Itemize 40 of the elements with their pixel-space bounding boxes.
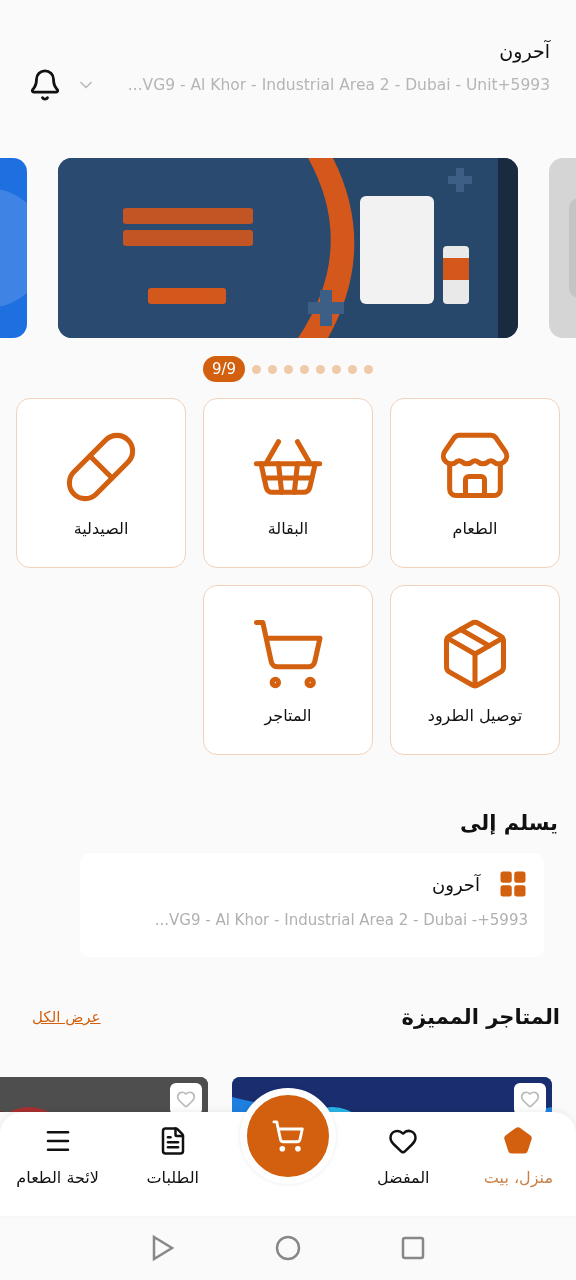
category-card[interactable]: المتاجر xyxy=(203,585,373,755)
heart-icon xyxy=(176,1089,196,1109)
favorite-button[interactable] xyxy=(514,1083,546,1112)
heart-icon xyxy=(520,1089,540,1109)
page-dot[interactable] xyxy=(300,364,310,374)
category-label: المتاجر xyxy=(264,705,312,725)
nav-tab[interactable]: المفضل xyxy=(345,1112,461,1216)
category-label: الصيدلية xyxy=(73,518,129,538)
page-dot[interactable] xyxy=(268,364,278,374)
nav-tab[interactable]: لائحة الطعام xyxy=(0,1112,116,1216)
page-dot[interactable] xyxy=(284,364,294,374)
category-label: البقالة xyxy=(267,518,309,538)
back-icon[interactable] xyxy=(151,1235,175,1261)
category-label: توصيل الطرود xyxy=(427,705,523,725)
cart-icon xyxy=(271,1119,305,1153)
section-title: المتاجر المميزة xyxy=(401,1005,560,1029)
page-dot[interactable] xyxy=(332,364,342,374)
view-all-link[interactable]: عرض الكل xyxy=(32,1008,101,1026)
favorite-button[interactable] xyxy=(170,1083,202,1112)
recents-icon[interactable] xyxy=(401,1236,425,1260)
category-card[interactable]: الصيدلية xyxy=(16,398,186,568)
address-text: ...VG9 - Al Khor - Industrial Area 2 - Dubai -+5993 xyxy=(153,911,528,929)
page-dot[interactable] xyxy=(316,364,326,374)
page-dot[interactable] xyxy=(252,364,262,374)
address-name: آحرون xyxy=(432,873,480,895)
user-name: آحرون xyxy=(499,40,550,62)
category-card[interactable]: الطعام xyxy=(390,398,560,568)
page-dot[interactable] xyxy=(348,364,358,374)
pentagon-icon xyxy=(503,1126,534,1156)
bell-icon[interactable] xyxy=(28,68,62,102)
page-dot[interactable] xyxy=(364,364,374,374)
address-text: ...VG9 - Al Khor - Industrial Area 2 - Dubai - Unit+5993 xyxy=(126,76,550,94)
section-title: يسلم إلى xyxy=(460,811,558,835)
grid-icon xyxy=(498,869,528,899)
category-card[interactable]: توصيل الطرود xyxy=(390,585,560,755)
category-label: الطعام xyxy=(452,518,498,538)
category-card[interactable]: البقالة xyxy=(203,398,373,568)
nav-tab[interactable]: الطلبات xyxy=(115,1112,231,1216)
page-indicator: 9/9 xyxy=(202,356,246,382)
home-icon[interactable] xyxy=(275,1235,301,1261)
